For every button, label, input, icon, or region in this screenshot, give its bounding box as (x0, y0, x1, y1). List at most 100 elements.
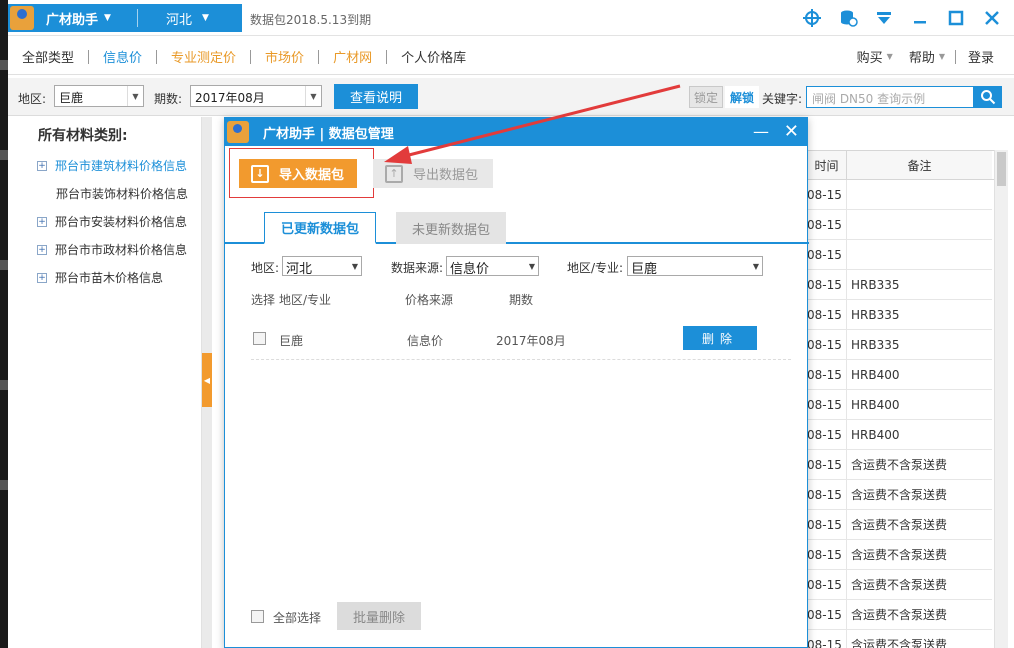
table-row[interactable]: 08-15 (807, 180, 992, 210)
cell-time: 08-15 (807, 450, 847, 479)
panel-splitter[interactable]: ◀ (202, 117, 212, 648)
maximize-icon[interactable] (946, 8, 966, 28)
import-package-button[interactable]: ↓ 导入数据包 (239, 159, 357, 188)
select-all-checkbox[interactable] (251, 610, 264, 623)
expire-notice: 数据包2018.5.13到期 (250, 13, 372, 27)
scrollbar-thumb[interactable] (997, 152, 1006, 186)
help-menu[interactable]: 帮助 ▼ (909, 47, 945, 66)
menu-bar: 全部类型 信息价 专业测定价 市场价 广材网 个人价格库 购买 ▼ 帮助 ▼ 登录 (8, 37, 1014, 75)
filter-region-select[interactable]: 河北 ▼ (282, 256, 362, 277)
desktop-edge (0, 0, 8, 648)
collapse-handle[interactable]: ◀ (202, 353, 212, 407)
title-bar: 广材助手 ▼ 河北 ▼ 数据包2018.5.13到期 (8, 0, 1014, 36)
tab-not-updated-packages[interactable]: 未更新数据包 (396, 212, 506, 244)
menu-gcw[interactable]: 广材网 (333, 47, 372, 66)
crosshair-icon[interactable] (802, 8, 822, 28)
expand-icon[interactable]: + (37, 272, 47, 283)
buy-menu[interactable]: 购买 ▼ (857, 47, 893, 66)
unlock-button[interactable]: 解锁 (725, 86, 759, 108)
menu-all-types[interactable]: 全部类型 (22, 47, 74, 66)
chevron-down-icon: ▼ (351, 262, 358, 271)
column-header-time[interactable]: 时间 (807, 151, 847, 179)
chevron-down-icon[interactable]: ▼ (202, 13, 209, 23)
table-row[interactable]: 08-15 含运费不含泵送费 (807, 510, 992, 540)
search-icon (981, 90, 996, 105)
dialog-footer: 全部选择 批量删除 (225, 600, 809, 634)
window-controls (802, 8, 1002, 28)
table-row[interactable]: 08-15 HRB400 (807, 390, 992, 420)
minimize-icon[interactable] (910, 8, 930, 28)
search-button[interactable] (974, 86, 1002, 108)
login-link[interactable]: 登录 (968, 47, 994, 66)
filter-area-select[interactable]: 巨鹿 ▼ (627, 256, 763, 277)
table-row[interactable]: 08-15 HRB335 (807, 300, 992, 330)
column-period: 期数 (509, 293, 534, 307)
menu-personal-library[interactable]: 个人价格库 (401, 47, 466, 66)
filter-region-label: 地区: (251, 261, 280, 275)
delete-row-button[interactable]: 删除 (683, 326, 757, 350)
column-area: 地区/专业 (279, 293, 332, 307)
table-row[interactable]: 08-15 含运费不含泵送费 (807, 630, 992, 648)
filter-source-select[interactable]: 信息价 ▼ (446, 256, 539, 277)
close-icon[interactable]: ✕ (784, 121, 799, 142)
category-item-seedlings[interactable]: + 邢台市苗木价格信息 (37, 269, 163, 286)
table-row[interactable]: 08-15 含运费不含泵送费 (807, 540, 992, 570)
category-item-building[interactable]: + 邢台市建筑材料价格信息 (37, 157, 187, 174)
period-label: 期数: (154, 92, 183, 106)
category-title: 所有材料类别: (38, 128, 128, 144)
category-item-installation[interactable]: + 邢台市安装材料价格信息 (37, 213, 187, 230)
cell-note: HRB335 (851, 277, 900, 292)
table-row[interactable]: 08-15 含运费不含泵送费 (807, 450, 992, 480)
table-row[interactable]: 08-15 HRB335 (807, 270, 992, 300)
cell-note: 含运费不含泵送费 (851, 608, 948, 622)
region-select[interactable]: 巨鹿 ▼ (54, 85, 144, 107)
brand-bar: 广材助手 ▼ 河北 ▼ (8, 4, 242, 32)
divider (386, 49, 388, 64)
cell-note: HRB400 (851, 427, 900, 442)
batch-delete-button[interactable]: 批量删除 (337, 602, 421, 630)
help-label: 帮助 (908, 51, 935, 66)
table-row[interactable]: 08-15 HRB400 (807, 420, 992, 450)
menu-info-price[interactable]: 信息价 (103, 47, 142, 66)
app-name-dropdown[interactable]: 广材助手 (46, 9, 98, 28)
table-row[interactable]: 08-15 含运费不含泵送费 (807, 600, 992, 630)
region-dropdown[interactable]: 河北 (166, 9, 192, 28)
table-row[interactable]: 08-15 含运费不含泵送费 (807, 480, 992, 510)
table-row[interactable]: 08-15 HRB400 (807, 360, 992, 390)
import-label: 导入数据包 (279, 168, 345, 183)
cell-time: 08-15 (807, 240, 847, 269)
lock-button[interactable]: 锁定 (689, 86, 723, 108)
select-all-label[interactable]: 全部选择 (273, 609, 321, 626)
table-row[interactable]: 08-15 (807, 240, 992, 270)
table-row[interactable]: 08-15 (807, 210, 992, 240)
row-checkbox[interactable] (253, 332, 266, 345)
chevron-down-icon[interactable]: ▼ (104, 13, 111, 23)
menu-pro-price[interactable]: 专业测定价 (171, 47, 236, 66)
divider (250, 49, 252, 64)
cell-time: 08-15 (807, 270, 847, 299)
chevron-down-icon: ▼ (528, 262, 535, 271)
table-row[interactable]: 08-15 含运费不含泵送费 (807, 570, 992, 600)
expand-icon[interactable]: + (37, 216, 47, 227)
category-item-municipal[interactable]: + 邢台市市政材料价格信息 (37, 241, 187, 258)
close-icon[interactable] (982, 8, 1002, 28)
column-header-note[interactable]: 备注 (847, 151, 992, 179)
expand-icon[interactable]: + (37, 160, 47, 171)
row-source: 信息价 (407, 334, 444, 348)
column-source: 价格来源 (405, 293, 454, 307)
vertical-scrollbar[interactable] (994, 150, 1008, 648)
import-icon: ↓ (251, 164, 269, 183)
minimize-icon[interactable]: — (753, 122, 769, 141)
database-icon[interactable] (838, 8, 858, 28)
table-row[interactable]: 08-15 HRB335 (807, 330, 992, 360)
divider (156, 49, 158, 64)
period-select[interactable]: 2017年08月 ▼ (190, 85, 322, 107)
tab-updated-packages[interactable]: 已更新数据包 (264, 212, 376, 244)
download-icon[interactable] (874, 8, 894, 28)
view-instructions-button[interactable]: 查看说明 (334, 84, 418, 109)
expand-icon[interactable]: + (37, 244, 47, 255)
menu-market-price[interactable]: 市场价 (265, 47, 304, 66)
keyword-search-input[interactable]: 闸阀 DN50 查询示例 (806, 86, 974, 108)
export-package-button[interactable]: ↑ 导出数据包 (373, 159, 493, 188)
category-item-decoration[interactable]: 邢台市装饰材料价格信息 (38, 185, 188, 202)
